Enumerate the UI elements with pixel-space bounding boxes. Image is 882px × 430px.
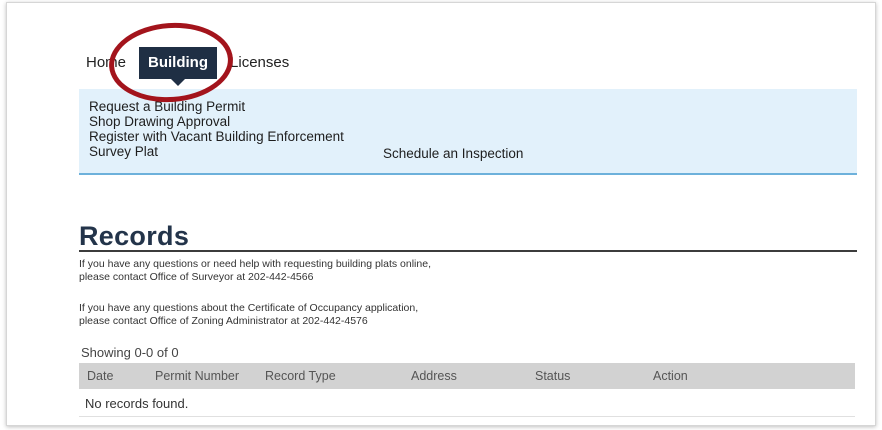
menu-link-survey-plat[interactable]: Survey Plat [89,144,158,159]
records-divider [79,250,857,252]
records-table: Date Permit Number Record Type Address S… [79,363,855,417]
results-count: Showing 0-0 of 0 [81,345,179,360]
menu-link-schedule-inspection[interactable]: Schedule an Inspection [383,146,523,161]
tab-building[interactable]: Building [139,47,218,86]
column-header-status[interactable]: Status [535,369,570,383]
zoning-info-line1: If you have any questions about the Cert… [79,302,419,314]
table-empty-row: No records found. [79,389,855,417]
menu-link-shop-drawing-approval[interactable]: Shop Drawing Approval [89,114,230,129]
column-header-record-type[interactable]: Record Type [265,369,336,383]
module-tabs: Home Building Licenses [77,47,298,86]
menu-link-vacant-building-enforcement[interactable]: Register with Vacant Building Enforcemen… [89,129,344,144]
empty-message: No records found. [85,396,189,411]
surveyor-info-line2: please contact Office of Surveyor at 202… [79,271,314,283]
column-header-action[interactable]: Action [653,369,688,383]
building-menu-panel: Request a Building Permit Shop Drawing A… [79,89,857,175]
browser-page: Home Building Licenses Request a Buildin… [6,2,876,426]
table-header-row: Date Permit Number Record Type Address S… [79,363,855,389]
tab-licenses[interactable]: Licenses [221,47,298,79]
menu-link-request-building-permit[interactable]: Request a Building Permit [89,99,245,114]
tab-home[interactable]: Home [77,47,135,79]
records-title: Records [79,221,190,251]
surveyor-info-line1: If you have any questions or need help w… [79,258,431,270]
column-header-address[interactable]: Address [411,369,457,383]
zoning-info-line2: please contact Office of Zoning Administ… [79,315,368,327]
column-header-date[interactable]: Date [87,369,113,383]
column-header-permit-number[interactable]: Permit Number [155,369,239,383]
